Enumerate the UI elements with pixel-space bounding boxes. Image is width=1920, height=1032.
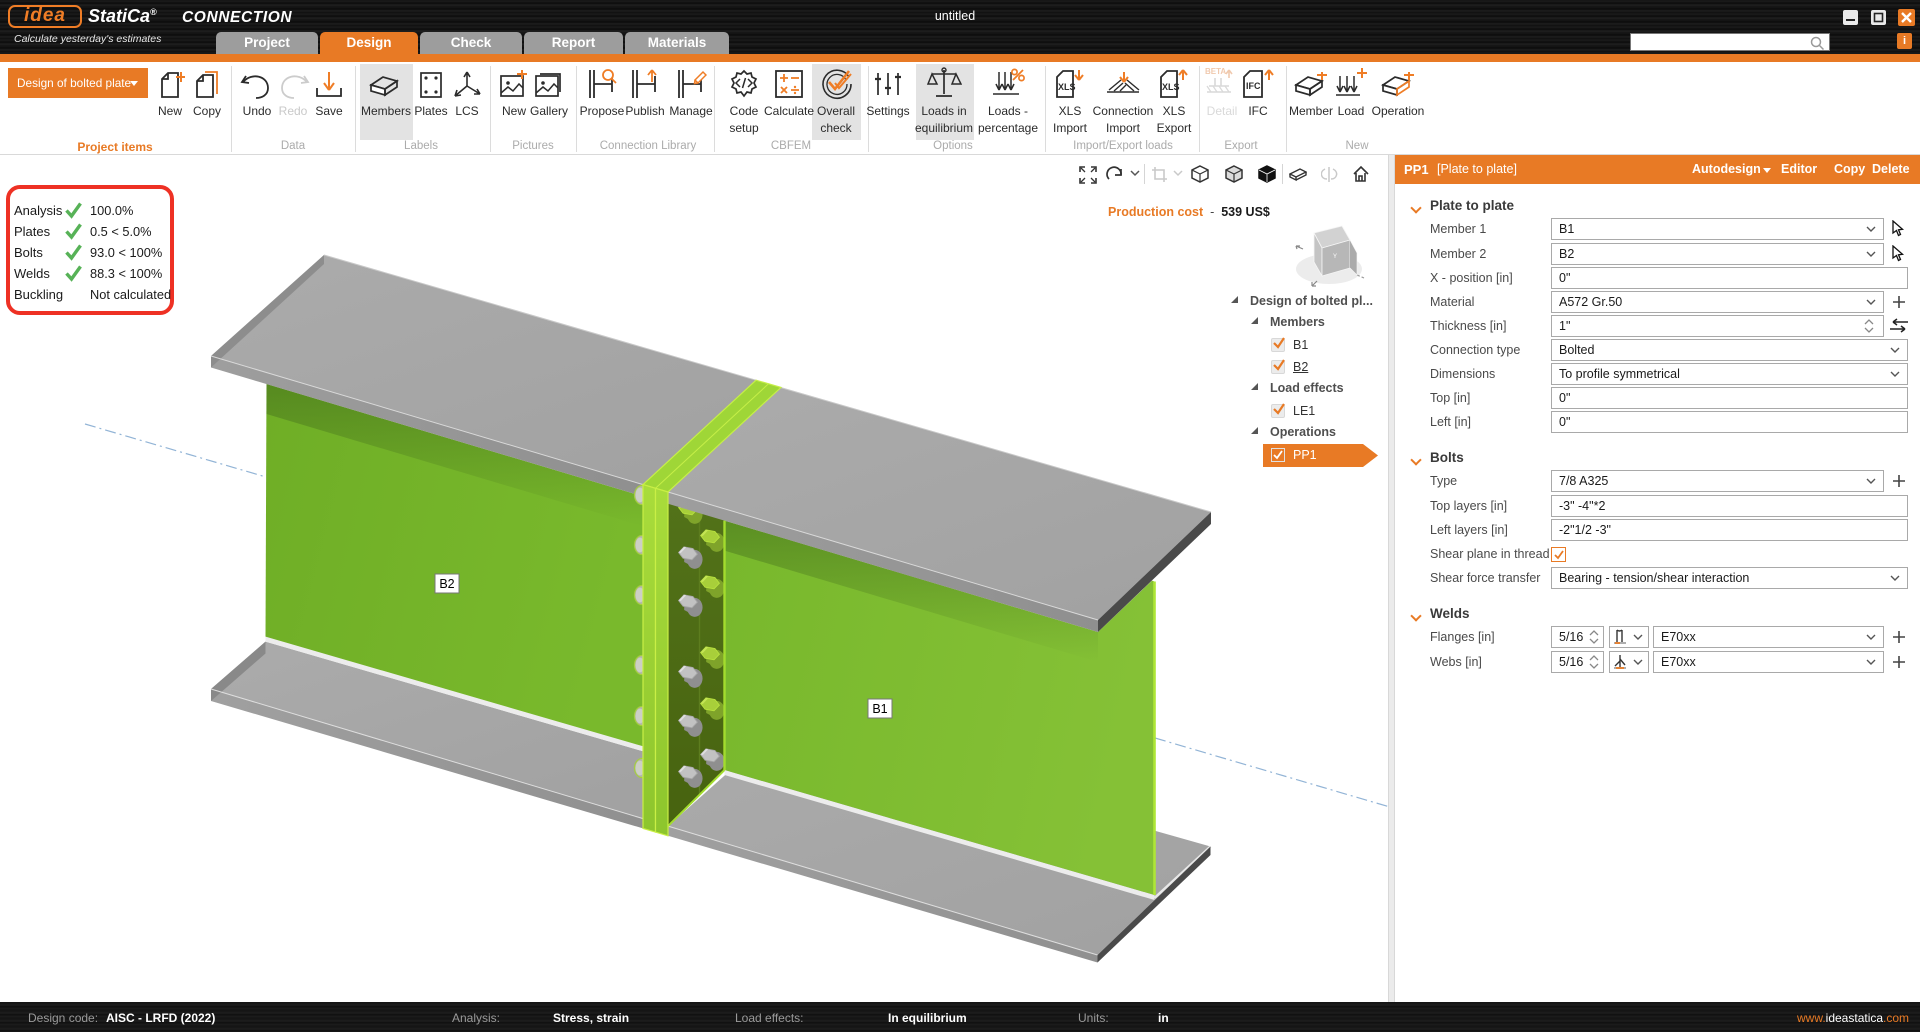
svg-text:IFC: IFC xyxy=(1246,81,1261,91)
svg-text:Y: Y xyxy=(1333,254,1337,260)
svg-text:B2: B2 xyxy=(439,577,454,591)
svg-text:XLS: XLS xyxy=(1058,82,1076,92)
svg-text:B1: B1 xyxy=(872,702,887,716)
svg-text:XLS: XLS xyxy=(1162,82,1180,92)
svg-text:BETA: BETA xyxy=(1205,67,1226,76)
